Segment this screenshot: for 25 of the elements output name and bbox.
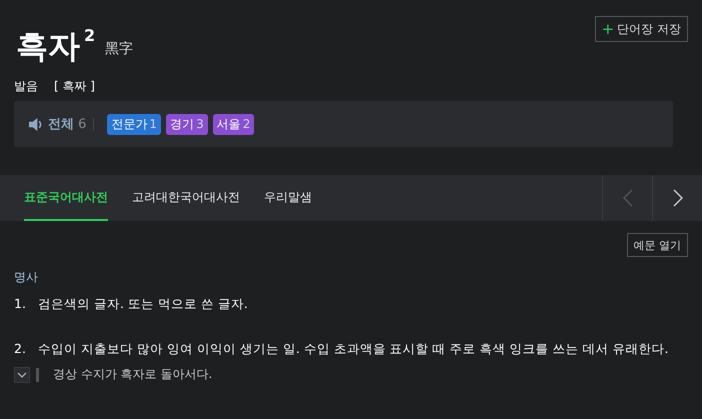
chevron-left-icon — [622, 189, 632, 207]
definition: 수입이 지출보다 많아 잉여 이익이 생기는 일. 수입 초과액을 표시할 때 주로 흑색 잉크를 쓰는 데서 유래한다. — [38, 341, 669, 358]
dictionary-tab[interactable]: 고려대한국어대사전 — [132, 175, 240, 221]
hanja: 黑字 — [105, 40, 134, 58]
speaker-icon[interactable] — [28, 118, 43, 130]
chevron-right-icon — [672, 189, 682, 207]
pronunciation-label: 발음 — [14, 78, 38, 95]
example-sentence: 경상 수지가 흑자로 돌아서다. — [53, 366, 212, 383]
headword: 흑자 — [16, 26, 80, 66]
expand-button[interactable] — [14, 366, 30, 382]
dictionary-tab[interactable]: 우리말샘 — [264, 175, 312, 221]
region-tag[interactable]: 경기 3 — [166, 114, 208, 134]
dictionary-tab[interactable]: 표준국어대사전 — [24, 175, 108, 221]
definition: 검은색의 글자. 또는 먹으로 쓴 글자. — [38, 296, 248, 313]
part-of-speech: 명사 — [13, 269, 39, 286]
save-to-wordbook-button[interactable]: + 단어장 저장 — [594, 16, 688, 42]
pronunciation: [ 흑짜 ] — [54, 78, 95, 95]
all-pronunciations-link[interactable]: 전체 6 — [48, 115, 86, 133]
show-examples-button[interactable]: 예문 열기 — [626, 233, 688, 257]
sense-number: 1. — [14, 296, 27, 313]
region-tag[interactable]: 전문가 1 — [107, 114, 162, 134]
sense-number: 2. — [14, 341, 27, 358]
chevron-down-icon — [17, 372, 27, 378]
homonym-number: 2 — [84, 26, 96, 46]
region-tag[interactable]: 서울 2 — [212, 114, 254, 134]
